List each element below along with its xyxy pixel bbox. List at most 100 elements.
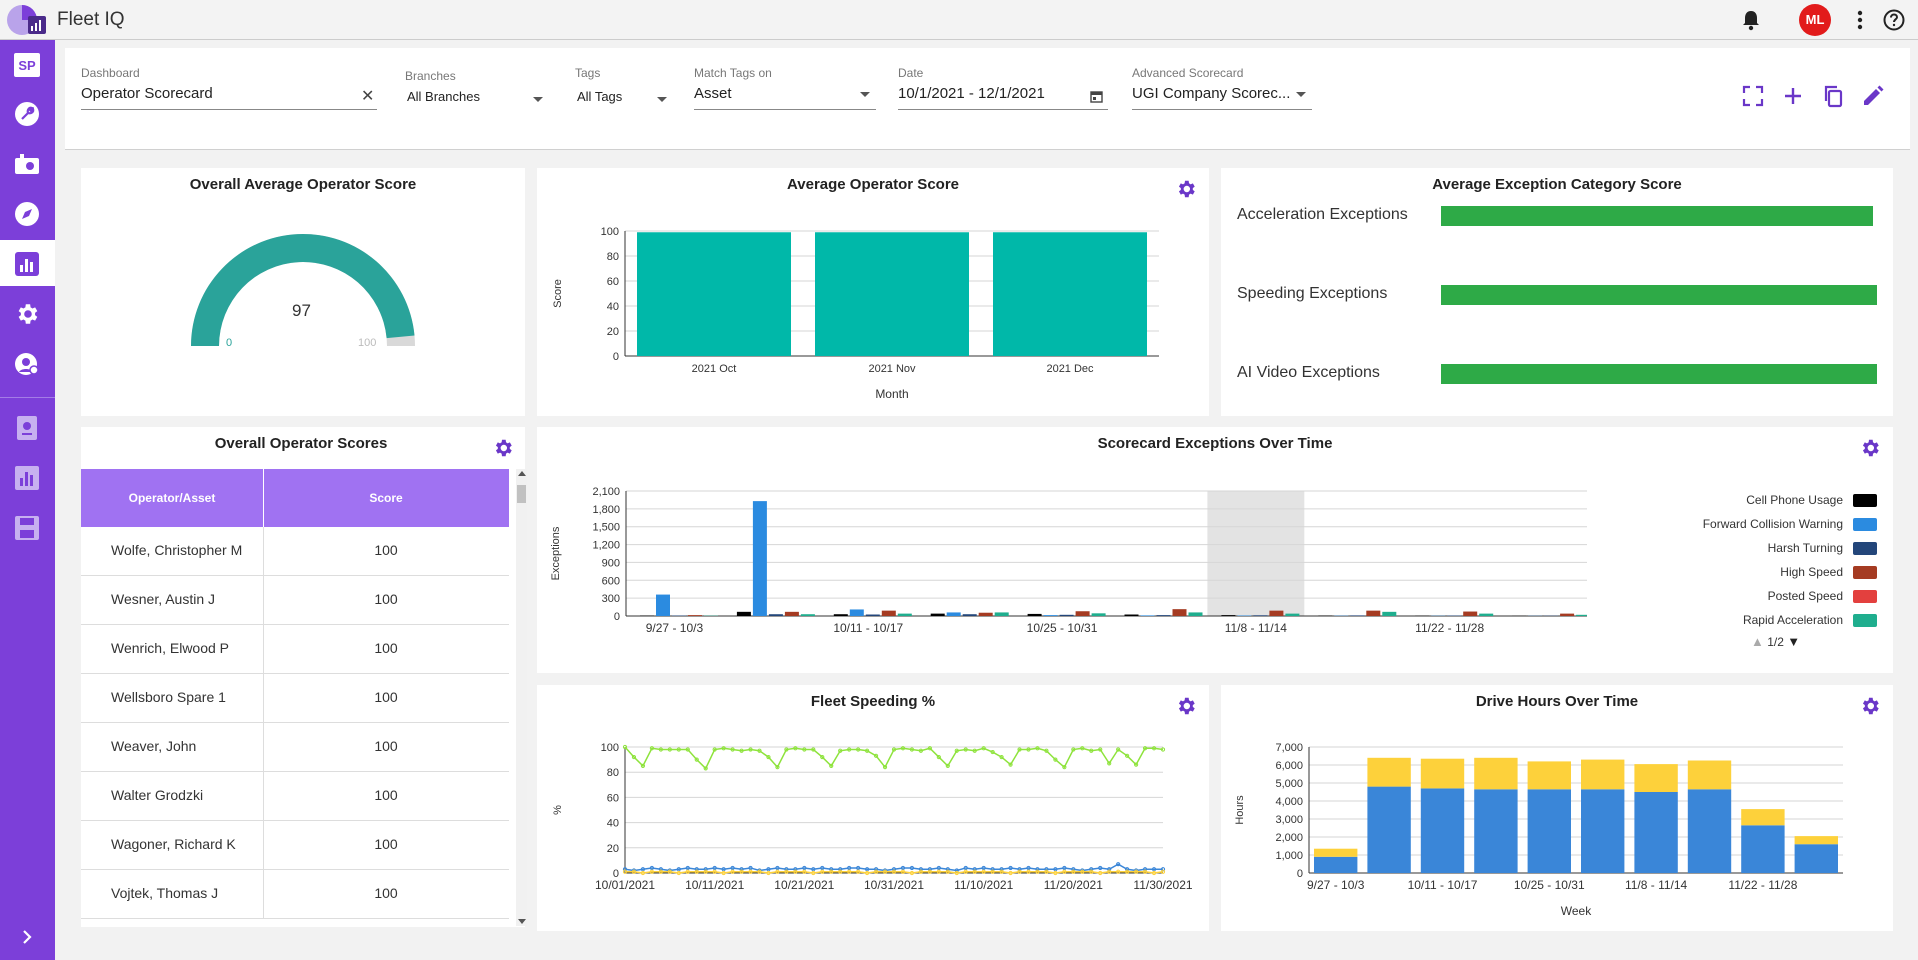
x-tick-label: 2021 Oct: [692, 363, 737, 375]
more-vert-icon[interactable]: [1850, 9, 1870, 31]
x-axis-label: Week: [1561, 904, 1592, 918]
bar-segment: [1474, 789, 1518, 873]
table-row[interactable]: Weaver, John 100: [81, 723, 509, 772]
tags-select[interactable]: Tags All Tags: [575, 66, 667, 104]
gear-icon[interactable]: [1859, 437, 1881, 459]
sp-logo-icon: SP: [14, 53, 40, 77]
sidebar-item-settings[interactable]: [0, 290, 55, 336]
bar: [736, 611, 751, 616]
legend-item-cell-phone[interactable]: Cell Phone Usage: [1557, 491, 1877, 515]
column-header-operator[interactable]: Operator/Asset: [81, 469, 263, 527]
sidebar-item-sp[interactable]: SP: [0, 41, 55, 87]
sidebar-item-reports[interactable]: [0, 454, 55, 500]
bar-segment: [1581, 789, 1625, 873]
table-row[interactable]: Wagoner, Richard K 100: [81, 821, 509, 870]
svg-text:SP: SP: [18, 58, 36, 73]
branches-value[interactable]: All Branches: [405, 89, 545, 104]
sidebar-item-device[interactable]: [0, 404, 55, 450]
table-row[interactable]: Wesner, Austin J 100: [81, 576, 509, 625]
x-tick-label: 10/21/2021: [774, 878, 834, 892]
scroll-down-arrow[interactable]: [518, 919, 526, 924]
help-icon[interactable]: [1883, 9, 1905, 31]
date-range-field[interactable]: Date 10/1/2021 - 12/1/2021: [898, 66, 1108, 110]
category-label: Acceleration Exceptions: [1237, 206, 1408, 223]
legend-item-harsh-turning[interactable]: Harsh Turning: [1557, 539, 1877, 563]
advanced-scorecard-value[interactable]: UGI Company Scorec...: [1132, 85, 1312, 102]
operator-name: Wagoner, Richard K: [111, 836, 236, 852]
bar-segment: [1314, 848, 1358, 857]
y-axis-label: Score: [552, 279, 564, 308]
match-tags-value[interactable]: Asset: [694, 85, 876, 102]
date-value[interactable]: 10/1/2021 - 12/1/2021: [898, 85, 1108, 102]
legend-next-icon[interactable]: ▼: [1787, 634, 1800, 649]
user-avatar[interactable]: ML: [1799, 4, 1831, 36]
table-row[interactable]: Walter Grodzki 100: [81, 772, 509, 821]
add-icon[interactable]: [1781, 84, 1805, 108]
operator-score: 100: [374, 640, 398, 656]
legend-prev-icon[interactable]: ▲: [1751, 634, 1764, 649]
bar: [930, 613, 945, 616]
clear-icon[interactable]: ✕: [361, 86, 374, 106]
bar-segment: [1581, 759, 1625, 790]
chevron-down-icon[interactable]: [657, 97, 667, 102]
x-tick-label: 2021 Nov: [868, 363, 916, 375]
bar: [994, 612, 1009, 616]
chevron-down-icon[interactable]: [860, 92, 870, 97]
bar-segment: [1741, 809, 1785, 826]
fullscreen-icon[interactable]: [1741, 84, 1765, 108]
operator-scores-table: Operator/Asset Score Wolfe, Christopher …: [81, 469, 509, 927]
table-row[interactable]: Wolfe, Christopher M 100: [81, 527, 509, 576]
sidebar-item-storage[interactable]: [0, 504, 55, 550]
y-tick-label: 1,200: [592, 540, 620, 552]
bar-segment: [1687, 789, 1732, 873]
branches-select[interactable]: Branches All Branches: [405, 66, 545, 104]
scroll-up-arrow[interactable]: [518, 471, 526, 476]
chart-icon: [15, 252, 39, 276]
edit-pencil-icon[interactable]: [1861, 84, 1885, 108]
exceptions-legend: Cell Phone Usage Forward Collision Warni…: [1557, 491, 1877, 635]
table-row[interactable]: Wellsboro Spare 1 100: [81, 674, 509, 723]
calendar-icon[interactable]: [1090, 90, 1103, 103]
exceptions-bar-chart: 0 300 600 900 1,200 1,500 1,800 2,100 Exceptions…: [550, 486, 1587, 635]
operator-scores-card: Overall Operator Scores Operator/Asset S…: [81, 427, 527, 927]
chevron-down-icon[interactable]: [1296, 92, 1306, 97]
column-header-score[interactable]: Score: [263, 469, 509, 527]
bar-segment: [1367, 786, 1411, 873]
sidebar-item-support[interactable]: [0, 340, 55, 386]
sidebar-item-navigation[interactable]: [0, 190, 55, 236]
table-row[interactable]: Wenrich, Elwood P 100: [81, 625, 509, 674]
legend-item-posted-speed[interactable]: Posted Speed: [1557, 587, 1877, 611]
average-operator-score-card: Average Operator Score 0 20 40 60 80 100 Score…: [537, 168, 1209, 416]
y-tick-label: 2,000: [1275, 832, 1303, 844]
x-tick-label: 9/27 - 10/3: [1307, 878, 1365, 892]
date-underline: [898, 109, 1108, 110]
bar: [1172, 609, 1187, 616]
y-tick-label: 100: [601, 742, 619, 754]
legend-item-rapid-acceleration[interactable]: Rapid Acceleration: [1557, 611, 1877, 635]
legend-item-high-speed[interactable]: High Speed: [1557, 563, 1877, 587]
y-tick-label: 3,000: [1275, 814, 1303, 826]
dashboard-value[interactable]: Operator Scorecard: [81, 85, 377, 102]
chevron-down-icon[interactable]: [533, 97, 543, 102]
exceptions-over-time-card: Scorecard Exceptions Over Time 0 300 600 90…: [537, 427, 1893, 673]
save-icon: [15, 516, 39, 540]
chevron-right-icon[interactable]: [18, 928, 36, 946]
scroll-thumb[interactable]: [517, 485, 526, 503]
match-tags-select[interactable]: Match Tags on Asset: [694, 66, 876, 110]
sidebar-item-scorecard[interactable]: [0, 240, 55, 286]
gear-icon[interactable]: [492, 437, 514, 459]
match-tags-underline: [694, 109, 876, 110]
table-scrollbar[interactable]: [516, 469, 527, 926]
copy-icon[interactable]: [1821, 84, 1845, 108]
tags-value[interactable]: All Tags: [575, 89, 667, 104]
advanced-scorecard-select[interactable]: Advanced Scorecard UGI Company Scorec...: [1132, 66, 1312, 110]
app-logo-icon[interactable]: [6, 4, 48, 36]
sidebar-item-video[interactable]: [0, 140, 55, 186]
operator-score: 100: [374, 836, 398, 852]
dashboard-field[interactable]: Dashboard Operator Scorecard ✕: [81, 66, 377, 110]
sidebar-item-maintenance[interactable]: [0, 90, 55, 136]
legend-item-forward-collision[interactable]: Forward Collision Warning: [1557, 515, 1877, 539]
operator-name: Weaver, John: [111, 738, 197, 754]
table-row[interactable]: Vojtek, Thomas J 100: [81, 870, 509, 919]
notifications-bell-icon[interactable]: [1741, 9, 1761, 31]
